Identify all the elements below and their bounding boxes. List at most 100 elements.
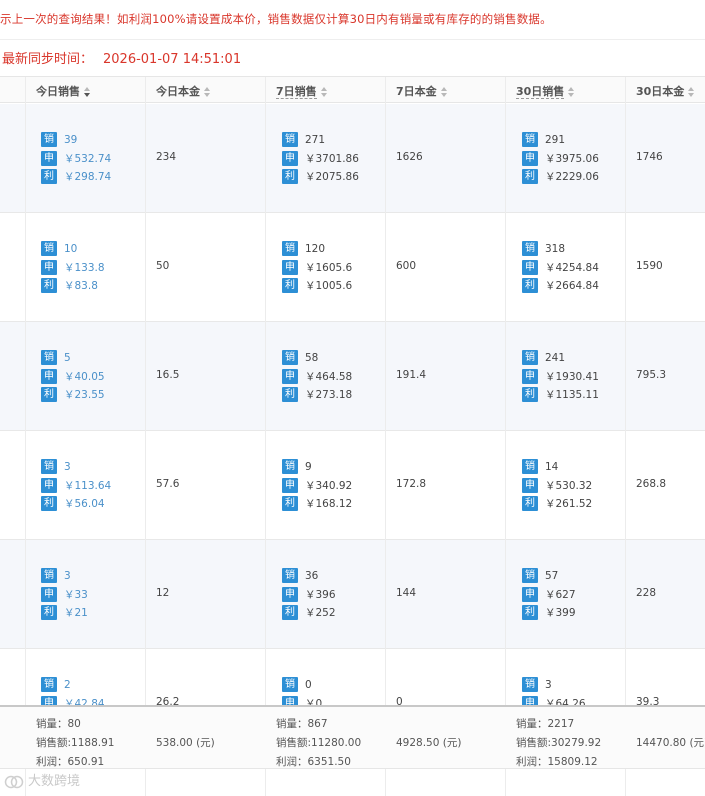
profit-line: 利 ￥261.52 (522, 496, 592, 512)
sold-line: 销 57 (522, 568, 558, 584)
apply-tag: 申 (41, 586, 57, 602)
table-header: 今日销售 今日本金 7日销售 7日本金 30日销售 30日本金 (0, 77, 705, 103)
profit-tag: 利 (41, 278, 57, 293)
apply-value: ￥1930.41 (545, 370, 599, 383)
logo-icon (4, 775, 24, 788)
today-profit: 利润：650.91 (36, 756, 105, 768)
today-qty: 销量：80 (36, 718, 81, 730)
cost-value: 1590 (636, 260, 663, 272)
d7-qty: 销量：867 (276, 718, 328, 730)
cost-value: 795.3 (636, 369, 667, 381)
sold-tag: 销 (41, 241, 57, 256)
sold-tag: 销 (522, 568, 538, 583)
apply-tag: 申 (41, 150, 57, 166)
table-row: 销 5 申 ￥40.05 利 ￥23.55 16.5 销 58 申 ￥464.58 利 ￥273.18 1… (0, 322, 705, 431)
profit-tag: 利 (41, 169, 57, 184)
profit-value: ￥1135.11 (545, 389, 599, 401)
profit-value: ￥298.74 (64, 171, 112, 183)
apply-value: ￥40.05 (64, 370, 105, 383)
cost-value: 1746 (636, 151, 663, 163)
table-row: 销 3 申 ￥113.64 利 ￥56.04 57.6 销 9 申 ￥340.92 利 ￥168.12 1… (0, 431, 705, 540)
sold-tag: 销 (282, 677, 298, 692)
sold-tag: 销 (41, 132, 57, 147)
sold-tag: 销 (41, 350, 57, 365)
sold-line: 销0 (282, 677, 312, 693)
profit-tag: 利 (282, 169, 298, 184)
sold-line: 销9 (282, 459, 312, 475)
apply-line: 申 ￥1930.41 (522, 368, 599, 385)
d30-profit: 利润：15809.12 (516, 756, 598, 768)
profit-tag: 利 (282, 278, 298, 293)
profit-line: 利 ￥23.55 (41, 387, 105, 403)
apply-line: 申 ￥340.92 (282, 477, 353, 494)
sort-icon[interactable] (320, 86, 328, 98)
d30-cost-total: 14470.80 (元) (636, 737, 705, 749)
sold-value: 241 (545, 351, 566, 364)
profit-tag: 利 (522, 278, 538, 293)
sold-line: 销 120 (282, 241, 325, 257)
apply-tag: 申 (41, 477, 57, 493)
cost-value: 144 (396, 587, 417, 599)
profit-tag: 利 (522, 169, 538, 184)
profit-line: 利 ￥252 (282, 605, 336, 621)
sort-icon[interactable] (568, 86, 575, 98)
sort-icon[interactable] (688, 86, 695, 98)
notice-banner: 示上一次的查询结果！如利润100%请设置成本价，销售数据仅计算30日内有销量或有… (0, 0, 705, 40)
col-30d-sales[interactable]: 30日销售 (506, 77, 575, 103)
watermark: 大数跨境 (4, 770, 80, 792)
apply-value: ￥133.8 (64, 261, 105, 274)
sold-line: 销3 (41, 459, 71, 475)
column-divider (625, 77, 626, 796)
profit-line: 利 ￥56.04 (41, 496, 105, 512)
cost-value: 268.8 (636, 478, 667, 490)
sold-line: 销 271 (282, 132, 325, 148)
profit-line: 利 ￥1005.6 (282, 278, 352, 294)
cost-value: 172.8 (396, 478, 427, 490)
col-30d-cost[interactable]: 30日本金 (626, 77, 695, 103)
sold-tag: 销 (282, 459, 298, 474)
apply-value: ￥1605.6 (305, 261, 353, 274)
apply-value: ￥3975.06 (545, 152, 599, 165)
sold-tag: 销 (41, 568, 57, 583)
d30-amount: 销售额:30279.92 (516, 737, 602, 749)
profit-value: ￥2075.86 (305, 171, 359, 183)
cost-value: 600 (396, 260, 417, 272)
column-divider (505, 77, 506, 796)
cost-value: 234 (156, 151, 177, 163)
apply-tag: 申 (282, 259, 298, 275)
watermark-text: 大数跨境 (28, 774, 81, 789)
cost-value: 1626 (396, 151, 423, 163)
sort-icon[interactable] (204, 86, 211, 98)
sold-line: 销 36 (282, 568, 318, 584)
profit-tag: 利 (41, 387, 57, 402)
cost-value: 50 (156, 260, 170, 272)
col-7d-sales[interactable]: 7日销售 (266, 77, 328, 103)
sold-tag: 销 (522, 350, 538, 365)
apply-line: 申 ￥3701.86 (282, 150, 359, 167)
table-row: 销 39 申 ￥532.74 利 ￥298.74 234 销 271 申 ￥3701.86 利 ￥207… (0, 104, 705, 213)
sort-icon[interactable] (440, 86, 448, 98)
sold-tag: 销 (522, 459, 538, 474)
sort-icon[interactable] (84, 86, 91, 98)
sold-line: 销 291 (522, 132, 565, 148)
d7-cost-total: 4928.50 (元) (396, 737, 462, 749)
apply-line: 申 ￥532.74 (41, 150, 111, 167)
d7-profit: 利润：6351.50 (276, 756, 351, 768)
sold-tag: 销 (282, 350, 298, 365)
col-7d-cost[interactable]: 7日本金 (386, 77, 448, 103)
profit-value: ￥252 (305, 607, 336, 619)
profit-value: ￥168.12 (305, 498, 353, 510)
summary-footer: 销量：80 销售额:1188.91 利润：650.91 538.00 (元) 销… (0, 705, 705, 769)
profit-value: ￥399 (545, 607, 576, 619)
cost-value: 16.5 (156, 369, 180, 381)
profit-line: 利 ￥399 (522, 605, 576, 621)
apply-value: ￥340.92 (305, 479, 353, 492)
col-today-sales[interactable]: 今日销售 (26, 77, 91, 103)
sold-tag: 销 (522, 132, 538, 147)
apply-line: 申 ￥133.8 (41, 259, 105, 276)
sold-value: 291 (545, 133, 566, 146)
sold-value: 9 (305, 460, 312, 473)
col-today-cost[interactable]: 今日本金 (146, 77, 211, 103)
sold-value: 0 (305, 678, 312, 691)
profit-line: 利 ￥2664.84 (522, 278, 599, 294)
